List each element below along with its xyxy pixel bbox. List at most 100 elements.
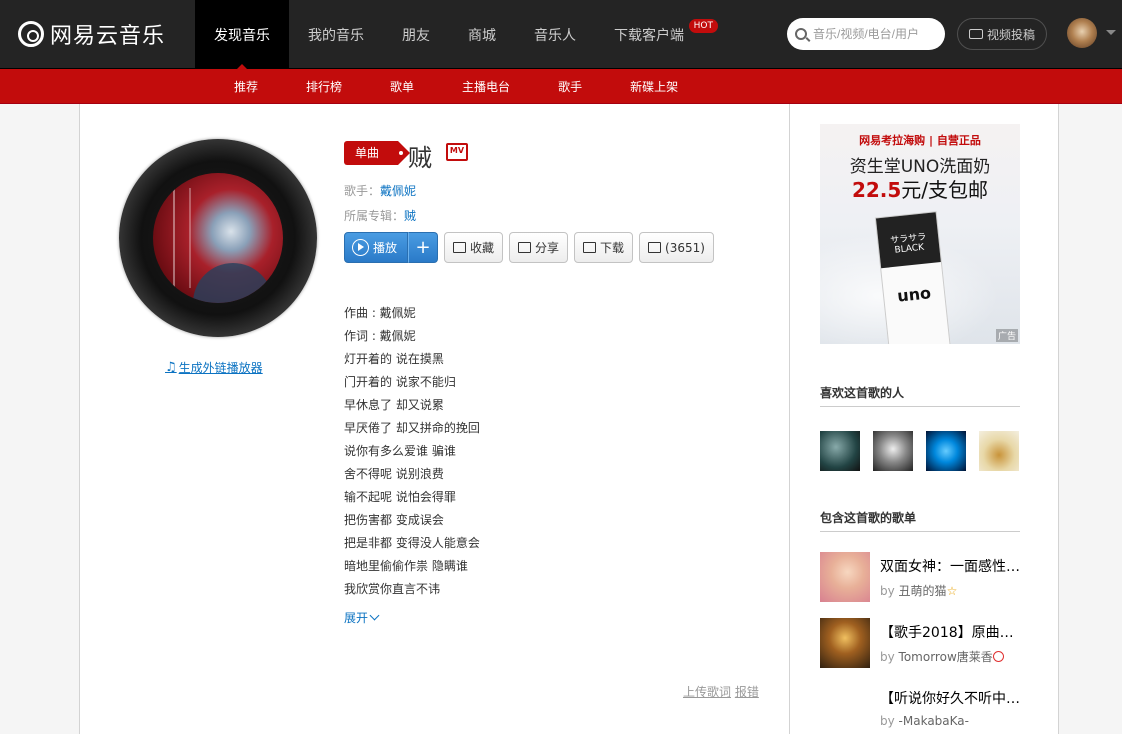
subnav-recommend[interactable]: 推荐 [214, 69, 278, 104]
playlists-heading: 包含这首歌的歌单 [820, 509, 1020, 532]
folder-plus-icon [453, 242, 466, 253]
upload-lyrics-link[interactable]: 上传歌词 [683, 685, 731, 699]
comment-icon [648, 242, 662, 253]
expand-lyrics-button[interactable]: 展开 [344, 609, 380, 626]
comment-button[interactable]: (3651) [639, 232, 714, 263]
ad-banner[interactable]: 网易考拉海购 | 自营正品 资生堂UNO洗面奶 22.5元/支包邮 サラサラ B… [820, 124, 1020, 344]
playlist-cover[interactable] [820, 618, 870, 668]
logo-text: 网易云音乐 [50, 24, 166, 49]
subnav-artists[interactable]: 歌手 [538, 69, 602, 104]
lyric-line: 早厌倦了 却又拼命的挽回 [344, 421, 480, 435]
chevron-down-icon [369, 610, 380, 621]
album-cover [153, 173, 283, 303]
ad-brand: 网易考拉海购 | 自营正品 [859, 134, 981, 147]
share-icon [518, 242, 532, 253]
ad-price-suffix: 元/支包邮 [901, 178, 989, 202]
nav-my-music[interactable]: 我的音乐 [289, 0, 383, 69]
search-input[interactable] [813, 27, 933, 41]
hot-badge: HOT [688, 19, 718, 33]
download-icon [583, 242, 597, 253]
expand-label: 展开 [344, 611, 369, 625]
user-avatar[interactable] [1067, 18, 1097, 48]
lyric-line: 说你有多么爱谁 骗谁 [344, 444, 456, 458]
fan-avatar[interactable] [820, 431, 860, 471]
lyric-line: 输不起呢 说怕会得罪 [344, 490, 456, 504]
fans-heading: 喜欢这首歌的人 [820, 384, 1020, 407]
subnav-charts[interactable]: 排行榜 [286, 69, 362, 104]
lyric-line: 把伤害都 变成误会 [344, 513, 444, 527]
fans-list [820, 431, 1032, 471]
ad-label: 广告 [995, 329, 1018, 342]
album-label: 所属专辑： [344, 209, 405, 223]
product-top: サラサラ BLACK [875, 212, 941, 269]
subnav-new-albums[interactable]: 新碟上架 [610, 69, 698, 104]
lyric-line: 早休息了 却又说累 [344, 398, 444, 412]
collect-button[interactable]: 收藏 [444, 232, 504, 263]
lyric-line: 门开着的 说家不能归 [344, 375, 456, 389]
play-icon [352, 239, 369, 256]
play-label: 播放 [373, 241, 398, 255]
share-label: 分享 [535, 241, 560, 255]
mv-icon[interactable]: MV [446, 143, 468, 161]
playlist-by: by -MakabaKa- [880, 714, 969, 728]
playlist-cover[interactable] [820, 552, 870, 602]
nav-store[interactable]: 商城 [449, 0, 515, 69]
ad-price: 22.5元/支包邮 [820, 174, 1020, 203]
nav-musician[interactable]: 音乐人 [515, 0, 595, 69]
outchain-player-link[interactable]: ♫ 生成外链播放器 [165, 359, 263, 376]
download-button[interactable]: 下载 [574, 232, 634, 263]
ad-price-value: 22.5 [851, 178, 902, 202]
share-button[interactable]: 分享 [509, 232, 569, 263]
artist-link[interactable]: 戴佩妮 [380, 184, 416, 198]
sub-nav: 推荐 排行榜 歌单 主播电台 歌手 新碟上架 [0, 69, 1122, 104]
fan-avatar[interactable] [926, 431, 966, 471]
lyric-line: 暗地里偷偷作祟 隐瞒谁 [344, 559, 468, 573]
playlist-by: by Tomorrow唐莱香 [880, 648, 1004, 665]
album-link[interactable]: 贼 [404, 209, 416, 223]
playlist-name[interactable]: 【听说你好久不听中文歌了】 [880, 688, 1020, 708]
add-to-playlist-button[interactable]: + [408, 232, 438, 263]
netease-logo-icon [18, 21, 44, 47]
top-bar: 网易云音乐 发现音乐 我的音乐 朋友 商城 音乐人 下载客户端 HOT 视频投稿 [0, 0, 1122, 70]
musician-badge-icon [992, 651, 1004, 662]
nav-download-client[interactable]: 下载客户端 HOT [595, 0, 720, 69]
lyric-links: 上传歌词 报错 [683, 683, 759, 700]
action-buttons: 播放 + 收藏 分享 下载 (3651) [344, 232, 720, 263]
tag-dot [399, 151, 403, 155]
main-nav: 发现音乐 我的音乐 朋友 商城 音乐人 下载客户端 HOT [195, 0, 720, 70]
chevron-down-icon[interactable] [1106, 30, 1116, 40]
video-upload-button[interactable]: 视频投稿 [957, 18, 1047, 50]
lyric-line: 灯开着的 说在摸黑 [344, 352, 444, 366]
search-box[interactable] [787, 18, 945, 50]
by-label: by [880, 584, 895, 598]
playlist-name[interactable]: 双面女神：一面感性一面理性 [880, 556, 1020, 576]
playlist-item[interactable]: 双面女神：一面感性一面理性 by 丑萌的猫☆ [820, 552, 1030, 602]
playlist-item[interactable]: 【听说你好久不听中文歌了】 by -MakabaKa- [820, 684, 1030, 734]
subnav-playlists[interactable]: 歌单 [370, 69, 434, 104]
playlist-name[interactable]: 【歌手2018】原曲合集 [880, 622, 1020, 642]
report-link[interactable]: 报错 [735, 685, 759, 699]
playlist-user[interactable]: -MakabaKa- [899, 714, 969, 728]
nav-discover[interactable]: 发现音乐 [195, 0, 289, 70]
single-tag-label: 单曲 [355, 146, 380, 160]
sidebar: 网易考拉海购 | 自营正品 资生堂UNO洗面奶 22.5元/支包邮 サラサラ B… [789, 104, 1059, 734]
star-icon: ☆ [946, 584, 958, 598]
by-label: by [880, 714, 895, 728]
comment-count: (3651) [665, 240, 705, 255]
logo[interactable]: 网易云音乐 [18, 18, 165, 50]
fan-avatar[interactable] [873, 431, 913, 471]
video-camera-icon [968, 29, 983, 39]
playlist-item[interactable]: 【歌手2018】原曲合集 by Tomorrow唐莱香 [820, 618, 1030, 668]
playlist-user[interactable]: Tomorrow唐莱香 [899, 650, 993, 664]
fan-avatar[interactable] [979, 431, 1019, 471]
play-button[interactable]: 播放 [344, 232, 408, 263]
playlist-user[interactable]: 丑萌的猫 [899, 584, 947, 598]
outchain-label: 生成外链播放器 [178, 361, 263, 375]
lyric-line: 把是非都 变得没人能意会 [344, 536, 480, 550]
playlist-cover[interactable] [820, 684, 870, 734]
lyrics-block: 作曲 : 戴佩妮 作词 : 戴佩妮 灯开着的 说在摸黑 门开着的 说家不能归 早… [344, 302, 744, 601]
search-icon [795, 28, 807, 40]
subnav-radio[interactable]: 主播电台 [442, 69, 530, 104]
nav-friends[interactable]: 朋友 [383, 0, 449, 69]
collect-label: 收藏 [470, 241, 495, 255]
